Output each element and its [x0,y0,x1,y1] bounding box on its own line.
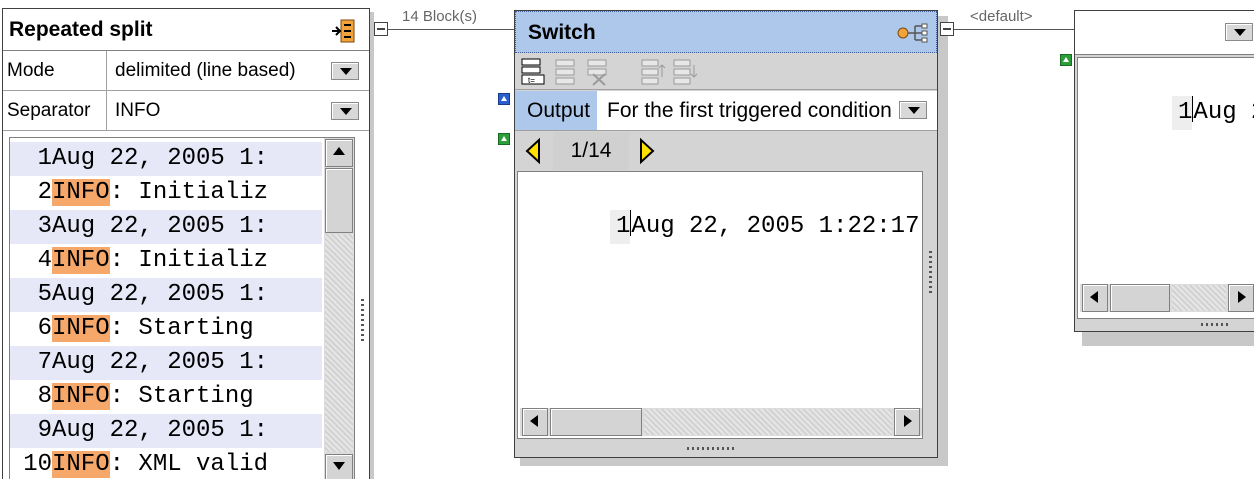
add-condition-icon[interactable]: t= [519,57,547,87]
split-line-keyword: INFO [52,383,110,410]
insert-condition-icon[interactable] [553,57,581,87]
split-output-connector[interactable] [374,22,388,36]
switch-toolbar: t= [515,54,937,90]
scroll-left-button[interactable] [522,408,548,436]
split-line-text: : Initializ [109,179,269,206]
mode-dropdown-button[interactable] [331,62,359,80]
split-line-text: : XML valid [109,451,269,478]
scroll-thumb[interactable] [325,168,353,233]
separator-label: Separator [3,91,107,130]
switch-text-area[interactable]: 1Aug 22, 2005 1:22:17 [517,171,923,439]
split-line: 3Aug 22, 2005 1: [10,210,322,244]
separator-value[interactable]: INFO [107,91,160,130]
split-line-keyword: INFO [52,179,110,206]
split-line-number: 9 [37,417,52,444]
switch-line-number: 1 [610,210,631,244]
separator-row: Separator INFO [3,91,369,131]
split-line: 6INFO: Starting [10,312,322,346]
split-line: 7Aug 22, 2005 1: [10,346,322,380]
split-line-number: 3 [37,213,52,240]
page-indicator: 1/14 [553,132,629,170]
output-value[interactable]: For the first triggered condition [607,91,892,131]
switch-settings-icon[interactable] [895,23,929,43]
split-config-icon[interactable] [329,19,357,43]
split-line-text: Aug 22, 2005 1: [52,213,269,240]
split-line-text: : Starting [109,383,254,410]
split-line: 9Aug 22, 2005 1: [10,414,322,448]
input-marker-green[interactable] [498,133,510,145]
connector-line-2 [954,29,1074,30]
split-line-number: 1 [37,145,52,172]
split-line-number: 7 [37,349,52,376]
split-line-number: 8 [37,383,52,410]
output-dropdown-button[interactable] [899,101,927,119]
switch-resize-grip-right[interactable] [929,251,932,296]
switch-resize-grip-bottom[interactable] [687,447,735,450]
split-line-text: Aug 22, 2005 1: [52,417,269,444]
split-line: 1Aug 22, 2005 1: [10,142,322,176]
switch-title: Switch [515,11,937,53]
separator-dropdown-button[interactable] [331,102,359,120]
right-panel: 1Aug 22, : [1074,10,1254,332]
delete-condition-icon[interactable] [585,57,613,87]
input-marker-blue[interactable] [498,93,510,105]
right-horizontal-scrollbar[interactable] [1080,284,1254,312]
next-page-button[interactable] [633,135,661,167]
switch-output-connector[interactable] [940,22,954,36]
split-text-area[interactable]: 1Aug 22, 2005 1: 2INFO: Initializ 3Aug 22,… [9,137,355,479]
split-line-number: 5 [37,281,52,308]
right-text-area[interactable]: 1Aug 22, : [1077,57,1254,319]
right-panel-dropdown-button[interactable] [1225,23,1253,41]
right-scroll-left-button[interactable] [1082,284,1108,312]
output-label: Output [515,91,597,130]
mode-label: Mode [3,51,107,90]
connector-label-1: 14 Block(s) [402,8,478,25]
split-vertical-scrollbar[interactable] [324,138,354,479]
right-input-marker-green[interactable] [1060,54,1072,66]
mode-value[interactable]: delimited (line based) [107,51,296,90]
split-line-number: 6 [37,315,52,342]
split-line-number: 4 [37,247,52,274]
split-line-keyword: INFO [52,315,110,342]
right-line-text: Aug 22, : [1193,99,1254,126]
switch-horizontal-scrollbar[interactable] [520,408,922,436]
output-row: Output For the first triggered condition [515,91,937,131]
split-line: 4INFO: Initializ [10,244,322,278]
split-resize-grip[interactable] [361,299,364,344]
previous-page-button[interactable] [519,135,547,167]
right-scroll-right-button[interactable] [1228,284,1254,312]
scroll-down-button[interactable] [325,454,353,479]
pager: 1/14 [515,132,937,170]
split-line-text: Aug 22, 2005 1: [52,349,269,376]
connector-line-1 [388,29,514,30]
split-line-text: Aug 22, 2005 1: [52,145,269,172]
right-line-number: 1 [1172,96,1193,130]
connector-label-2: <default> [970,8,1033,25]
split-line-keyword: INFO [52,247,110,274]
horizontal-scroll-thumb[interactable] [550,408,642,436]
split-line-text: : Starting [109,315,254,342]
switch-panel: Switch t= Output For the first triggered [514,10,938,458]
split-line-text: : Initializ [109,247,269,274]
right-horizontal-scroll-thumb[interactable] [1110,284,1170,312]
split-line-text: Aug 22, 2005 1: [52,281,269,308]
svg-text:t=: t= [528,76,535,85]
right-resize-grip-bottom[interactable] [1201,323,1229,326]
repeated-split-title: Repeated split [3,9,369,51]
split-line: 5Aug 22, 2005 1: [10,278,322,312]
split-line-keyword: INFO [52,451,110,478]
split-line-number: 2 [37,179,52,206]
split-line: 8INFO: Starting [10,380,322,414]
scroll-right-button[interactable] [894,408,920,436]
move-condition-up-icon[interactable] [639,57,667,87]
split-line: 2INFO: Initializ [10,176,322,210]
split-line-number: 10 [23,451,52,478]
move-condition-down-icon[interactable] [671,57,699,87]
repeated-split-panel: Repeated split Mode delimited (line base… [2,8,370,479]
split-line: 10INFO: XML valid [10,448,322,479]
scroll-up-button[interactable] [325,139,353,167]
mode-row: Mode delimited (line based) [3,51,369,91]
switch-line-text: Aug 22, 2005 1:22:17 [631,213,920,240]
